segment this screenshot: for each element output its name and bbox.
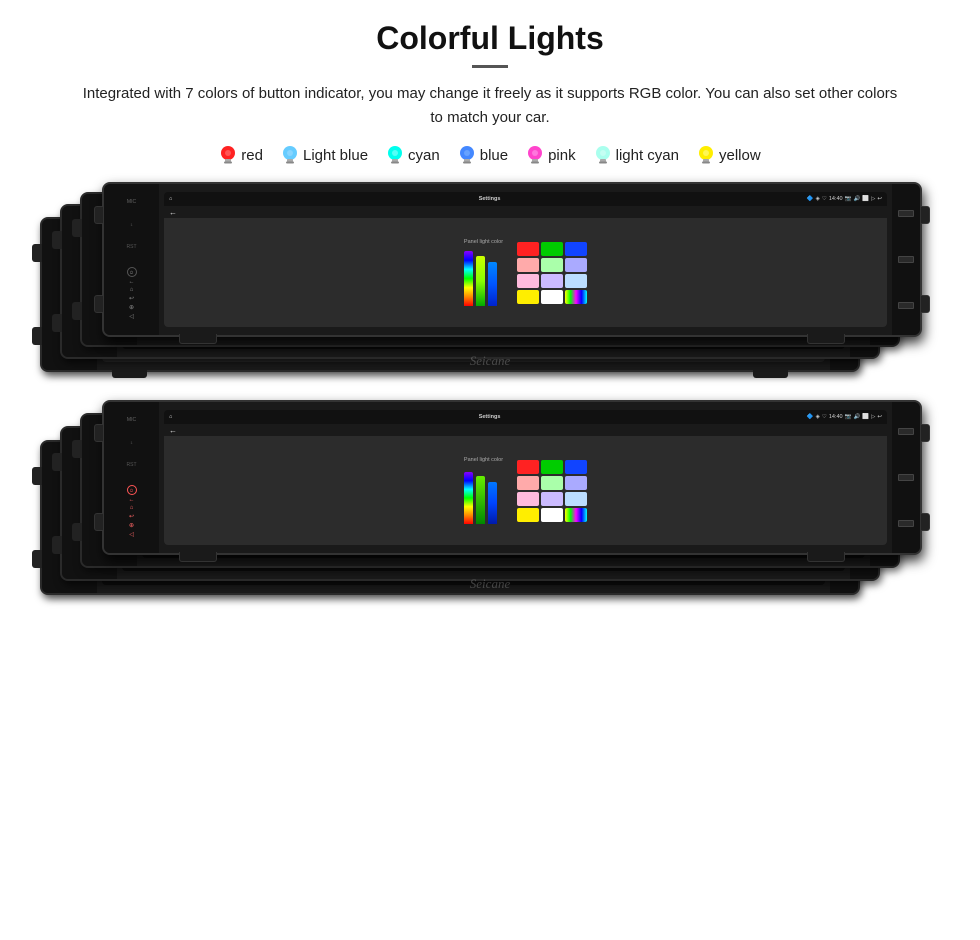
color-item-blue: blue — [458, 144, 508, 166]
color-label-cyan: cyan — [408, 147, 440, 164]
radio-unit-bot-front: MIC 1 RST ⏻ ← ⌂ ↩ ⊕ ◁ ⌂ — [102, 400, 922, 555]
pink-bulb-icon — [526, 144, 544, 166]
page-title: Colorful Lights — [376, 20, 604, 57]
page-container: Colorful Lights Integrated with 7 colors… — [0, 0, 980, 940]
page-description: Integrated with 7 colors of button indic… — [80, 82, 900, 130]
cyan-bulb-icon — [386, 144, 404, 166]
lightblue-bulb-icon — [281, 144, 299, 166]
color-label-pink: pink — [548, 147, 576, 164]
color-label-lightcyan: light cyan — [616, 147, 679, 164]
yellow-bulb-icon — [697, 144, 715, 166]
color-indicators-row: red Light blue cyan — [219, 144, 760, 166]
title-divider — [472, 65, 508, 68]
top-radio-group: MIC RST ⏻ ← ⌂ ↩ ⊕ ◁ ⌂ Settings — [40, 182, 940, 387]
radio-unit-top-front: MIC 1 RST ⏻ ← ⌂ ↩ ⊕ ◁ ⌂ — [102, 182, 922, 337]
color-label-red: red — [241, 147, 263, 164]
color-label-yellow: yellow — [719, 147, 761, 164]
color-item-pink: pink — [526, 144, 576, 166]
color-label-lightblue: Light blue — [303, 147, 368, 164]
color-item-lightcyan: light cyan — [594, 144, 679, 166]
color-label-blue: blue — [480, 147, 508, 164]
color-item-red: red — [219, 144, 263, 166]
bottom-radio-group: MIC 1 RST ⏻ ← ⌂ ↩ ⊕ ◁ — [40, 400, 940, 610]
red-bulb-icon — [219, 144, 237, 166]
lightcyan-bulb-icon — [594, 144, 612, 166]
color-item-yellow: yellow — [697, 144, 761, 166]
color-item-cyan: cyan — [386, 144, 440, 166]
color-item-lightblue: Light blue — [281, 144, 368, 166]
blue-bulb-icon — [458, 144, 476, 166]
